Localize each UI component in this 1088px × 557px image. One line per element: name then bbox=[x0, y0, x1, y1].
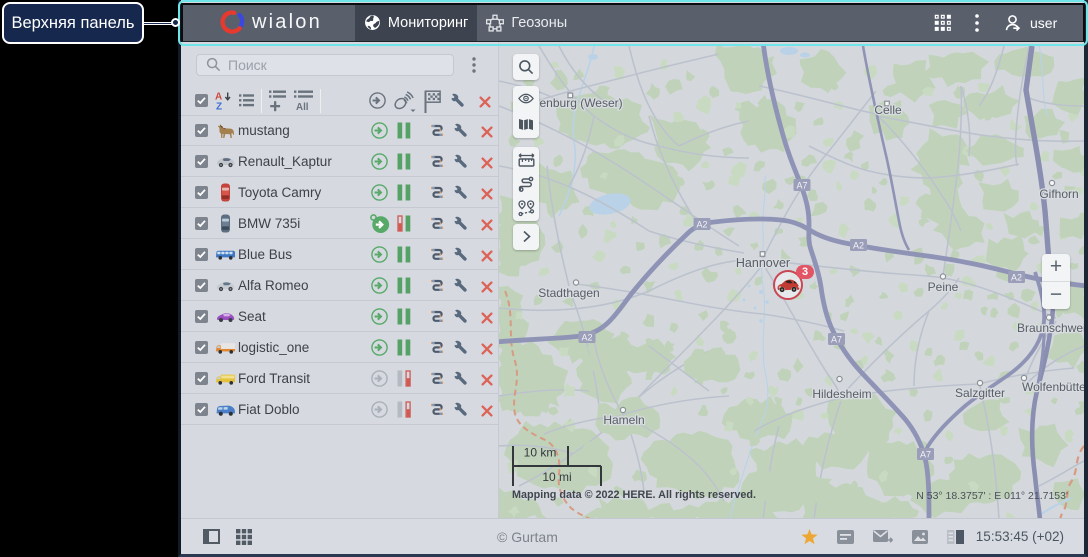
svg-text:Braunschweig: Braunschweig bbox=[1017, 321, 1084, 335]
svg-text:A7: A7 bbox=[920, 449, 931, 459]
svg-text:Peine: Peine bbox=[928, 280, 959, 294]
svg-text:A7: A7 bbox=[796, 180, 807, 190]
svg-text:A2: A2 bbox=[581, 332, 592, 342]
svg-text:Hannover: Hannover bbox=[736, 256, 790, 270]
svg-text:A7: A7 bbox=[831, 334, 842, 344]
svg-text:Hildesheim: Hildesheim bbox=[812, 387, 871, 401]
svg-text:10 mi: 10 mi bbox=[542, 470, 571, 484]
svg-text:Celle: Celle bbox=[874, 103, 902, 117]
svg-text:Hameln: Hameln bbox=[603, 413, 644, 427]
svg-text:A2: A2 bbox=[1011, 272, 1022, 282]
svg-text:enburg (Weser): enburg (Weser) bbox=[540, 96, 623, 110]
svg-text:A2: A2 bbox=[696, 219, 707, 229]
svg-text:10 km: 10 km bbox=[524, 445, 557, 459]
svg-text:Wolfenbüttel: Wolfenbüttel bbox=[1022, 380, 1084, 394]
svg-text:All: All bbox=[296, 102, 309, 112]
svg-text:Gifhorn: Gifhorn bbox=[1039, 187, 1078, 201]
svg-text:A2: A2 bbox=[853, 240, 864, 250]
svg-text:Salzgitter: Salzgitter bbox=[955, 386, 1005, 400]
svg-text:Z: Z bbox=[216, 101, 222, 110]
svg-text:Stadthagen: Stadthagen bbox=[538, 286, 599, 300]
